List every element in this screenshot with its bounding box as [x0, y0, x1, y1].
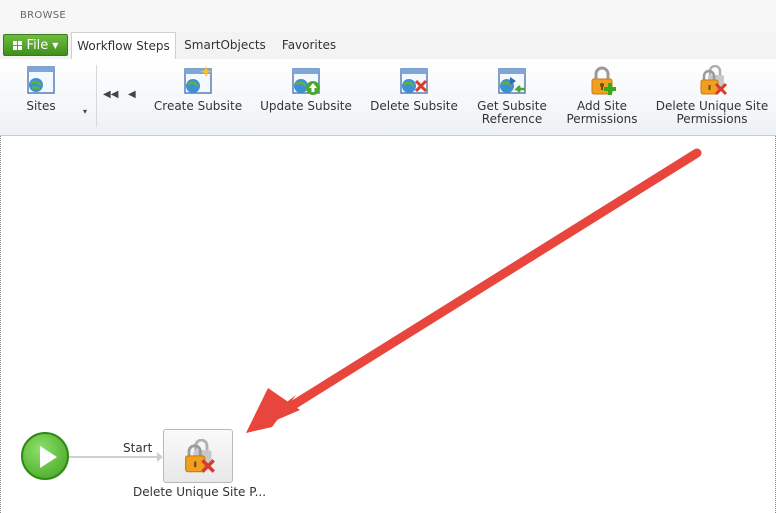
- step-label: Delete Unique Site P...: [133, 485, 267, 499]
- file-button-label: File: [26, 37, 49, 53]
- file-grid-icon: [12, 40, 22, 50]
- start-label: Start: [123, 441, 153, 455]
- sites-icon: [27, 66, 55, 94]
- update-subsite-button[interactable]: Update Subsite: [258, 65, 354, 113]
- chevron-down-icon: ▼: [52, 40, 59, 50]
- update-subsite-label: Update Subsite: [260, 99, 352, 113]
- add-site-permissions-label-line2: Permissions: [566, 112, 638, 126]
- browse-label: BROWSE: [20, 10, 67, 21]
- browse-bar: BROWSE: [0, 0, 776, 33]
- add-site-permissions-icon: [591, 66, 616, 95]
- tab-label: Workflow Steps: [77, 39, 170, 53]
- ribbon-tabs: File ▼ Workflow Steps SmartObjects Favor…: [0, 32, 776, 60]
- ribbon: Sites ▾ ◀◀ ◀ Create Subsite Update Subsi…: [0, 59, 776, 136]
- scroll-first-icon[interactable]: ◀◀: [103, 89, 118, 100]
- tab-workflow-steps[interactable]: Workflow Steps: [71, 32, 176, 60]
- create-subsite-icon: [184, 66, 212, 94]
- sites-dropdown-icon[interactable]: ▾: [83, 107, 87, 116]
- create-subsite-label: Create Subsite: [153, 99, 243, 113]
- delete-subsite-icon: [400, 68, 428, 94]
- delete-subsite-button[interactable]: Delete Subsite: [366, 65, 462, 113]
- delete-subsite-label: Delete Subsite: [370, 99, 458, 113]
- delete-unique-site-permissions-button[interactable]: Delete Unique Site Permissions: [652, 65, 772, 126]
- sites-label: Sites: [26, 99, 56, 113]
- get-subsite-reference-icon: [498, 68, 526, 94]
- get-subsite-reference-button[interactable]: Get Subsite Reference: [472, 65, 552, 126]
- delete-unique-site-permissions-step[interactable]: [163, 429, 233, 483]
- ribbon-divider: [96, 65, 97, 127]
- delete-unique-site-permissions-step-icon: [185, 439, 215, 473]
- sites-button[interactable]: Sites: [18, 65, 64, 113]
- tab-label: Favorites: [281, 38, 337, 52]
- get-subsite-label-line2: Reference: [481, 112, 543, 126]
- delete-unique-site-permissions-label-line2: Permissions: [676, 112, 748, 126]
- scroll-prev-icon[interactable]: ◀: [128, 89, 136, 100]
- file-button[interactable]: File ▼: [3, 34, 68, 56]
- start-play-icon[interactable]: [21, 432, 69, 480]
- add-site-permissions-button[interactable]: Add Site Permissions: [562, 65, 642, 126]
- tab-favorites[interactable]: Favorites: [274, 32, 344, 59]
- create-subsite-button[interactable]: Create Subsite: [148, 65, 248, 113]
- update-subsite-icon: [292, 68, 320, 95]
- start-connector-line[interactable]: [69, 456, 161, 458]
- delete-unique-site-permissions-icon: [700, 65, 728, 96]
- tab-label: SmartObjects: [184, 38, 266, 52]
- tab-smartobjects[interactable]: SmartObjects: [178, 32, 272, 59]
